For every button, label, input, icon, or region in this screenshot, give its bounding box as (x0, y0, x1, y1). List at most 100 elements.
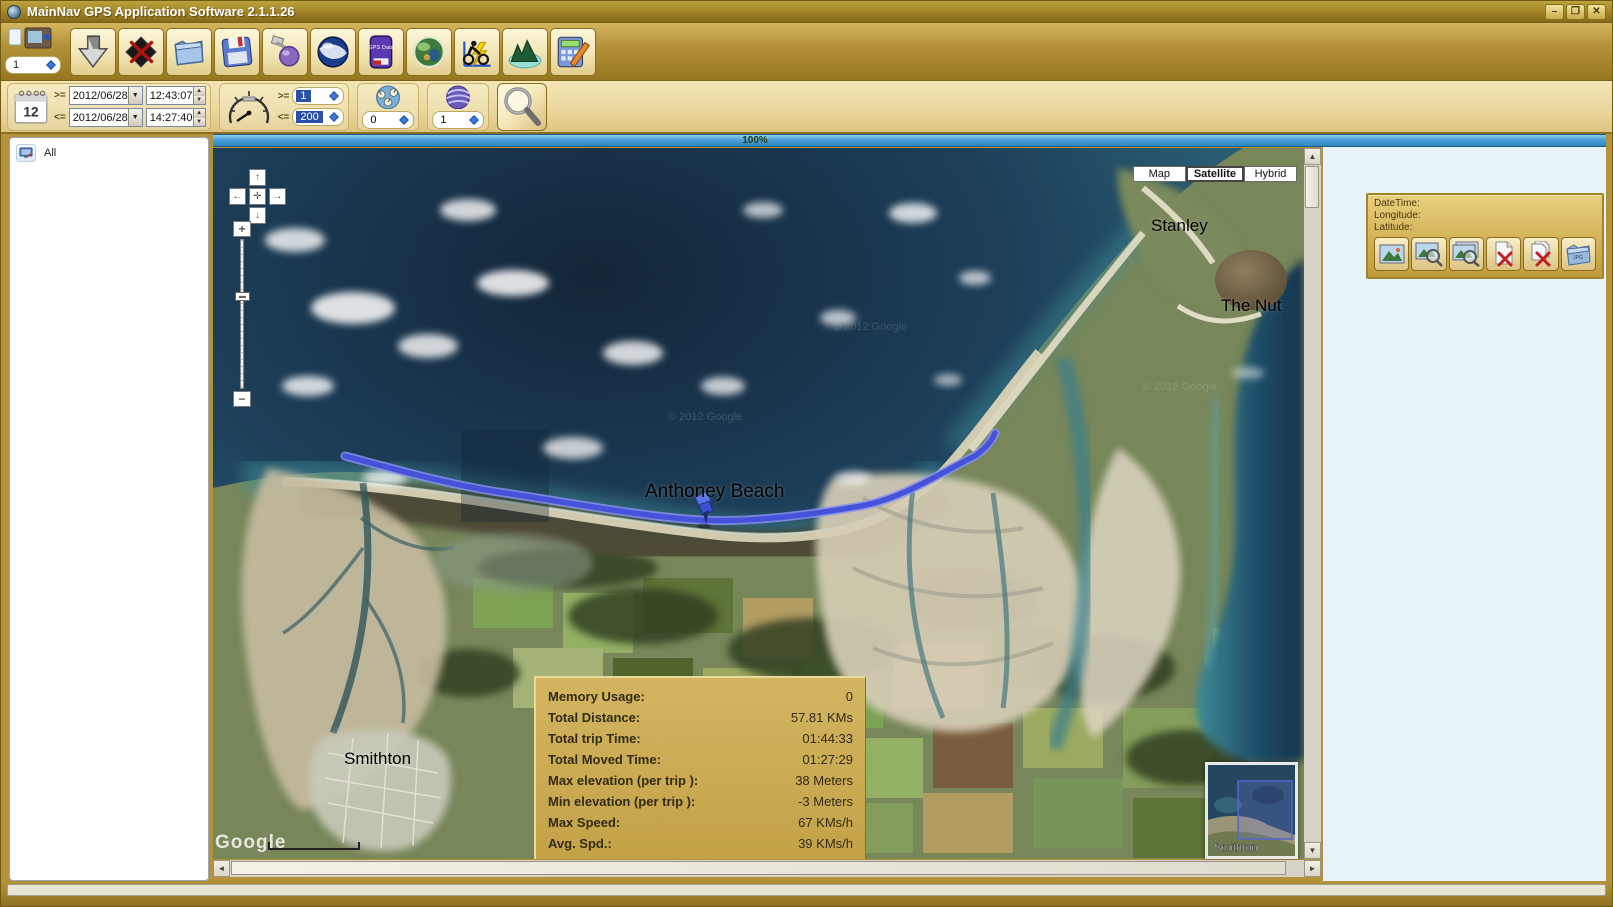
calculator-button[interactable] (550, 28, 596, 76)
date-to-drop-icon[interactable]: ▼ (128, 109, 142, 126)
restore-button[interactable]: ❐ (1566, 4, 1585, 20)
speed-min-operator: >= (278, 91, 290, 102)
trip-stats-panel: Memory Usage:0 Total Distance:57.81 KMs … (534, 676, 866, 859)
status-bar (1, 881, 1612, 906)
map-viewport[interactable]: © 2012 Google © 2012 Google © 2012 Googl… (213, 148, 1321, 859)
dropdown-diamond-icon (468, 114, 480, 126)
map-watermark: © 2012 Google (668, 411, 742, 423)
zoom-photo-button[interactable] (1411, 237, 1446, 271)
time-to-input[interactable]: 14:27:40 ▲▼ (146, 108, 206, 127)
device-number-select[interactable]: 1 (5, 56, 61, 74)
pan-left-button[interactable]: ← (229, 188, 246, 205)
minimap-viewport[interactable] (1238, 781, 1292, 839)
delete-all-photos-button[interactable] (1523, 237, 1558, 271)
time-from-input[interactable]: 12:43:07 ▲▼ (146, 86, 206, 105)
photo-icon (1378, 242, 1406, 266)
speed-min-value: 1 (296, 90, 310, 102)
time-from-value: 12:43:07 (150, 90, 193, 102)
scroll-left-arrow[interactable]: ◄ (213, 860, 230, 877)
speedometer-icon (224, 85, 274, 129)
delete-photo-button[interactable] (1486, 237, 1521, 271)
speed-min-select[interactable]: 1 (292, 87, 344, 105)
photo-globe-button[interactable] (406, 28, 452, 76)
overview-minimap[interactable]: Smithton (1205, 762, 1298, 859)
close-button[interactable]: ✕ (1587, 4, 1606, 20)
erase-tracks-button[interactable] (118, 28, 164, 76)
stat-row: Max elevation (per trip ):38 Meters (548, 770, 853, 791)
pan-center-button[interactable]: ✛ (249, 188, 266, 205)
scroll-up-arrow[interactable]: ▲ (1304, 148, 1321, 165)
calendar-icon: 12 (12, 87, 50, 127)
map-zoom-control: + ▬ − (233, 221, 253, 407)
view-photo-button[interactable] (1374, 237, 1409, 271)
earth-globe-icon (314, 33, 352, 71)
gps-data-button[interactable]: GPS Data (358, 28, 404, 76)
scroll-down-arrow[interactable]: ▼ (1304, 842, 1321, 859)
map-type-satellite-button[interactable]: Satellite (1186, 166, 1244, 182)
time-to-value: 14:27:40 (150, 112, 193, 124)
export-folder-icon: JPG (1564, 241, 1592, 267)
pan-right-button[interactable]: → (269, 188, 286, 205)
save-file-button[interactable] (214, 28, 260, 76)
progress-value: 100% (705, 135, 805, 147)
scroll-right-arrow[interactable]: ► (1304, 860, 1321, 877)
waypoint-tool-button[interactable] (262, 28, 308, 76)
screen-icon (16, 144, 36, 162)
google-earth-button[interactable] (310, 28, 356, 76)
map-horizontal-scrollbar[interactable]: ◄ ► (213, 860, 1321, 877)
app-window: MainNav GPS Application Software 2.1.1.2… (0, 0, 1613, 907)
photo-interval-group: 1 (427, 83, 489, 131)
datetime-label: DateTime: (1374, 198, 1596, 210)
zoom-out-button[interactable]: − (233, 391, 251, 407)
device-selector-group: 1 (5, 27, 63, 77)
zoom-in-button[interactable]: + (233, 221, 251, 237)
minimize-button[interactable]: – (1545, 4, 1564, 20)
map-tile-artifact (461, 430, 549, 522)
download-tracks-button[interactable] (70, 28, 116, 76)
export-photos-button[interactable]: JPG (1561, 237, 1596, 271)
map-type-hybrid-button[interactable]: Hybrid (1244, 166, 1297, 182)
photo-zoom-icon (1415, 241, 1443, 267)
map-type-switcher: Map Satellite Hybrid (1133, 166, 1297, 182)
photo-offset-select[interactable]: 0 (362, 111, 414, 128)
speed-max-value: 200 (296, 111, 322, 123)
progress-bar: 100% (213, 134, 1606, 147)
speed-max-select[interactable]: 200 (292, 108, 344, 126)
time-to-spinner[interactable]: ▲▼ (193, 109, 205, 126)
purple-ball-tool-icon (266, 33, 304, 71)
date-to-select[interactable]: 2012/06/28 ▼ (69, 108, 143, 127)
device-number-value: 1 (13, 59, 19, 71)
elevation-chart-button[interactable] (502, 28, 548, 76)
window-title: MainNav GPS Application Software 2.1.1.2… (27, 4, 295, 19)
open-file-button[interactable] (166, 28, 212, 76)
stat-row: Avg. Spd.:39 KMs/h (548, 833, 853, 854)
pan-up-button[interactable]: ↑ (249, 169, 266, 186)
filter-toolbar: 12 >= 2012/06/28 ▼ 12:43:07 ▲▼ <= (1, 81, 1612, 134)
hscroll-thumb[interactable] (231, 861, 1286, 875)
time-from-spinner[interactable]: ▲▼ (193, 87, 205, 104)
photo-globe-icon (410, 33, 448, 71)
date-from-drop-icon[interactable]: ▼ (128, 87, 142, 104)
elevation-mountains-icon (506, 33, 544, 71)
track-list-item-all[interactable]: All (16, 144, 202, 162)
map-vertical-scrollbar[interactable]: ▲ ▼ (1304, 148, 1321, 859)
speed-chart-button[interactable] (454, 28, 500, 76)
cyclist-speed-icon (458, 33, 496, 71)
date-from-select[interactable]: 2012/06/28 ▼ (69, 86, 143, 105)
zoom-all-photos-button[interactable] (1449, 237, 1484, 271)
map-type-map-button[interactable]: Map (1133, 166, 1186, 182)
stat-row: Max Speed:67 KMs/h (548, 812, 853, 833)
stat-row: Total trip Time:01:44:33 (548, 728, 853, 749)
speed-filter-group: >= 1 <= 200 (219, 83, 350, 131)
download-arrow-icon (74, 33, 112, 71)
dropdown-diamond-icon (328, 111, 340, 123)
vscroll-thumb[interactable] (1305, 166, 1319, 208)
photo-interval-select[interactable]: 1 (432, 111, 484, 128)
latitude-label: Latitude: (1374, 222, 1596, 234)
zoom-slider-thumb[interactable]: ▬ (235, 292, 250, 301)
main-toolbar: 1 (1, 23, 1612, 81)
photos-zoom-icon (1451, 241, 1481, 267)
zoom-slider[interactable]: ▬ (240, 239, 244, 389)
svg-text:12: 12 (23, 104, 39, 119)
search-button[interactable] (497, 83, 547, 131)
